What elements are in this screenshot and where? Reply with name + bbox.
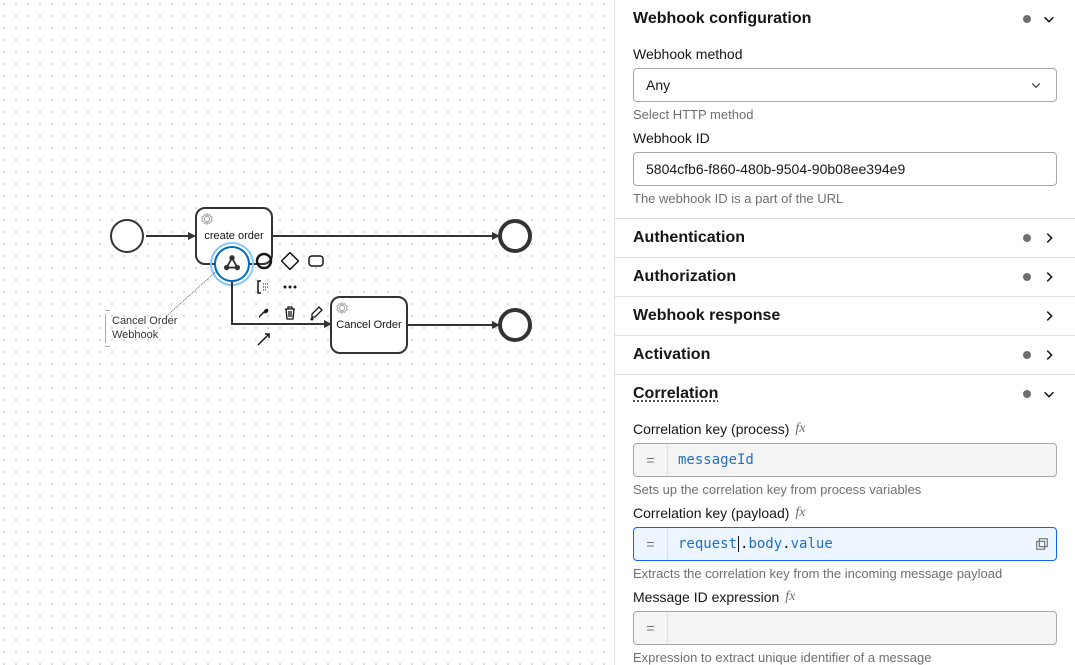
- boundary-event[interactable]: [214, 246, 250, 282]
- indicator-dot-icon: [1023, 234, 1031, 242]
- section-header[interactable]: Correlation: [615, 375, 1075, 413]
- overflow-icon[interactable]: [279, 276, 301, 298]
- fx-icon: fx: [795, 505, 805, 521]
- section-title: Authentication: [633, 229, 1023, 247]
- section-title: Authorization: [633, 268, 1023, 286]
- fx-icon: fx: [795, 421, 805, 437]
- chevron-down-icon: [1028, 77, 1044, 93]
- section-correlation: Correlation Correlation key (process) fx…: [615, 375, 1075, 665]
- section-header[interactable]: Authorization: [615, 258, 1075, 296]
- sequence-flow[interactable]: [146, 235, 193, 237]
- equals-icon: =: [634, 528, 668, 560]
- webhook-id-field[interactable]: 5804cfb6-f860-480b-9504-90b08ee394e9: [633, 152, 1057, 186]
- section-authentication: Authentication: [615, 219, 1075, 258]
- indicator-dot-icon: [1023, 390, 1031, 398]
- section-title: Correlation: [633, 385, 1023, 403]
- field-label: Correlation key (process) fx: [633, 421, 1057, 437]
- help-text: Sets up the correlation key from process…: [633, 482, 1057, 497]
- append-gateway-icon[interactable]: [279, 250, 301, 272]
- bpmn-canvas[interactable]: create order Cancel Order Webhook Cancel…: [0, 0, 614, 665]
- section-header[interactable]: Authentication: [615, 219, 1075, 257]
- chevron-down-icon: [1041, 386, 1057, 402]
- end-event[interactable]: [498, 308, 532, 342]
- section-header[interactable]: Webhook configuration: [615, 0, 1075, 38]
- indicator-dot-icon: [1023, 351, 1031, 359]
- help-text: Select HTTP method: [633, 107, 1057, 122]
- indicator-dot-icon: [1023, 273, 1031, 281]
- equals-icon: =: [634, 612, 668, 644]
- webhook-icon: [216, 248, 248, 280]
- help-text: Extracts the correlation key from the in…: [633, 566, 1057, 581]
- start-event[interactable]: [110, 219, 144, 253]
- field-label: Webhook method: [633, 46, 1057, 62]
- annotation-icon[interactable]: [253, 276, 275, 298]
- section-activation: Activation: [615, 336, 1075, 375]
- boundary-event-label[interactable]: Cancel Order Webhook: [105, 314, 177, 343]
- sequence-flow[interactable]: [231, 282, 233, 324]
- chevron-right-icon: [1041, 230, 1057, 246]
- sequence-flow[interactable]: [408, 324, 494, 326]
- section-authorization: Authorization: [615, 258, 1075, 297]
- chevron-right-icon: [1041, 269, 1057, 285]
- section-header[interactable]: Activation: [615, 336, 1075, 374]
- context-pad: [253, 250, 353, 350]
- field-label: Webhook ID: [633, 130, 1057, 146]
- correlation-key-process-field[interactable]: = messageId: [633, 443, 1057, 477]
- field-label: Message ID expression fx: [633, 589, 1057, 605]
- section-title: Activation: [633, 346, 1023, 364]
- help-text: Expression to extract unique identifier …: [633, 650, 1057, 665]
- gear-icon: [200, 212, 214, 226]
- section-header[interactable]: Webhook response: [615, 297, 1075, 335]
- trash-icon[interactable]: [279, 302, 301, 324]
- section-webhook-response: Webhook response: [615, 297, 1075, 336]
- task-label: create order: [204, 230, 263, 242]
- append-task-icon[interactable]: [305, 250, 327, 272]
- webhook-method-select[interactable]: Any: [633, 68, 1057, 102]
- equals-icon: =: [634, 444, 668, 476]
- popout-icon[interactable]: [1028, 528, 1056, 560]
- properties-panel[interactable]: Webhook configuration Webhook method Any…: [614, 0, 1075, 665]
- message-id-expression-field[interactable]: =: [633, 611, 1057, 645]
- color-picker-icon[interactable]: [305, 302, 327, 324]
- sequence-flow[interactable]: [273, 235, 494, 237]
- append-end-event-icon[interactable]: [253, 250, 275, 272]
- section-title: Webhook response: [633, 307, 1041, 325]
- wrench-icon[interactable]: [253, 302, 275, 324]
- indicator-dot-icon: [1023, 15, 1031, 23]
- chevron-right-icon: [1041, 308, 1057, 324]
- association-line: [166, 272, 216, 317]
- help-text: The webhook ID is a part of the URL: [633, 191, 1057, 206]
- fx-icon: fx: [785, 589, 795, 605]
- end-event[interactable]: [498, 219, 532, 253]
- section-webhook-configuration: Webhook configuration Webhook method Any…: [615, 0, 1075, 219]
- field-label: Correlation key (payload) fx: [633, 505, 1057, 521]
- correlation-key-payload-field[interactable]: = request.body.value: [633, 527, 1057, 561]
- section-title: Webhook configuration: [633, 10, 1023, 28]
- connect-icon[interactable]: [253, 328, 275, 350]
- chevron-down-icon: [1041, 11, 1057, 27]
- chevron-right-icon: [1041, 347, 1057, 363]
